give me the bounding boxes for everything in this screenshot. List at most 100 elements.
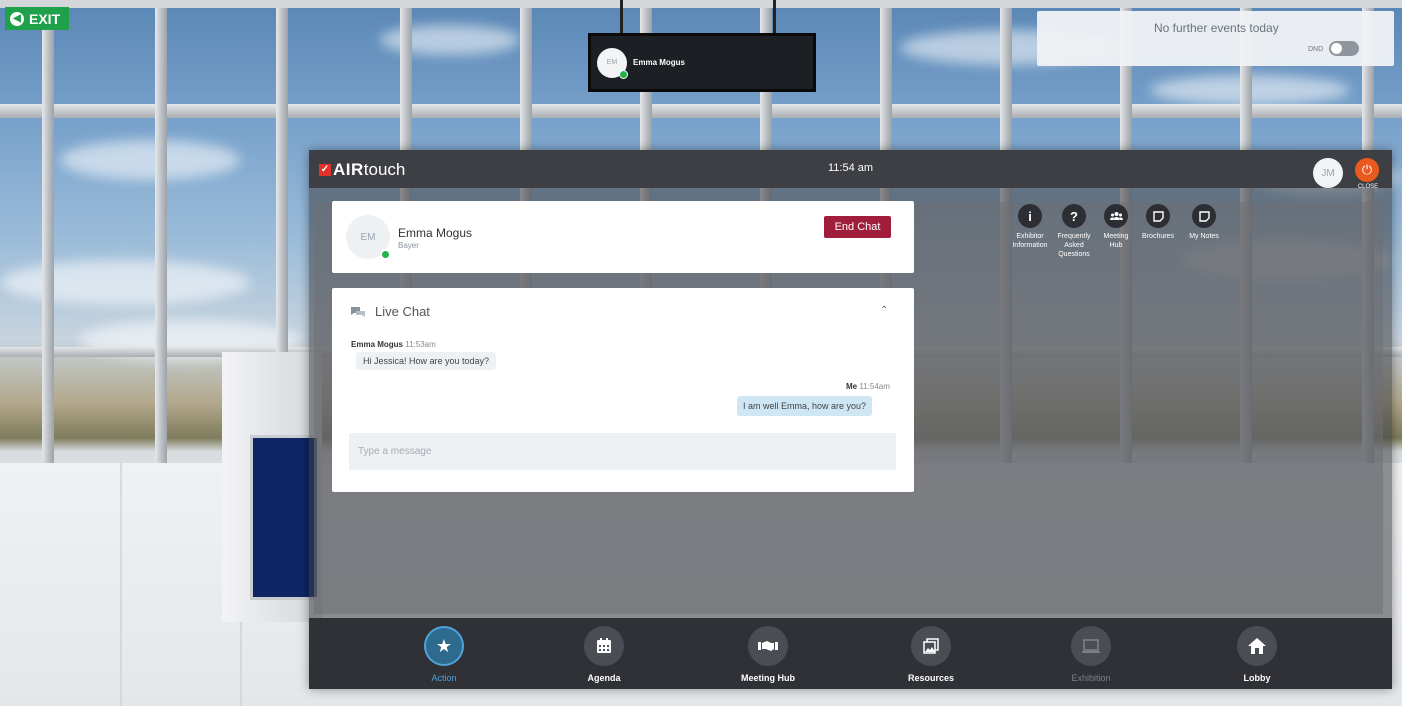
action-label: My Notes	[1178, 232, 1230, 241]
message-time: 11:53am	[405, 340, 436, 349]
back-arrow-icon: ◀	[10, 11, 24, 26]
note-icon	[1192, 204, 1216, 228]
exit-label: EXIT	[29, 10, 61, 27]
exit-button[interactable]: ◀ EXIT	[5, 7, 69, 30]
nav-meeting-hub[interactable]: Meeting Hub	[718, 626, 818, 683]
hanging-sign: EM Emma Mogus	[588, 33, 816, 92]
star-icon: ★	[424, 626, 464, 666]
nav-agenda[interactable]: Agenda	[554, 626, 654, 683]
airtouch-panel: ✓ AIR touch 11:54 am JM ⏻ CLOSE EM Emma …	[309, 150, 1392, 689]
notification-text: No further events today	[1154, 21, 1279, 35]
contact-name: Emma Mogus	[398, 226, 473, 240]
floor-line	[120, 463, 122, 706]
monitor-icon	[1071, 626, 1111, 666]
chevron-up-icon[interactable]: ⌃	[880, 305, 888, 316]
calendar-icon-svg	[597, 638, 611, 653]
user-avatar[interactable]: JM	[1313, 158, 1343, 188]
window-mullion	[42, 8, 54, 463]
window-transom	[0, 104, 1402, 118]
cloud	[0, 260, 250, 305]
handshake-icon-svg	[758, 641, 778, 651]
contact-initials: EM	[360, 231, 376, 243]
message-meta: Emma Mogus 11:53am	[351, 340, 436, 349]
live-chat-panel: Live Chat ⌃ Emma Mogus 11:53am Hi Jessic…	[332, 288, 914, 492]
label-line: Asked	[1064, 242, 1084, 249]
nav-exhibition[interactable]: Exhibition	[1041, 626, 1141, 683]
bottom-navigation: ★ Action Agenda Meeting Hub Resources Ex…	[309, 618, 1392, 689]
action-label: Brochures	[1132, 232, 1184, 241]
window-frame	[0, 0, 1402, 8]
nav-label: Resources	[907, 673, 955, 683]
nav-lobby[interactable]: Lobby	[1207, 626, 1307, 683]
home-icon	[1237, 626, 1277, 666]
nav-label: Lobby	[1243, 673, 1271, 683]
sign-avatar-initials: EM	[606, 59, 618, 66]
group-icon	[1104, 204, 1128, 228]
message-meta: Me 11:54am	[846, 382, 890, 391]
dnd-label: DND	[1308, 46, 1324, 53]
handshake-icon	[748, 626, 788, 666]
note-icon	[1146, 204, 1170, 228]
nav-label: Exhibition	[1071, 673, 1111, 683]
end-chat-button[interactable]: End Chat	[824, 216, 891, 238]
resources-icon	[911, 626, 951, 666]
close-label: CLOSE	[1357, 184, 1379, 190]
brochures-button[interactable]: Brochures	[1132, 204, 1184, 241]
calendar-icon	[584, 626, 624, 666]
nav-label: Meeting Hub	[741, 673, 795, 683]
label-line: Frequently	[1057, 233, 1091, 240]
label-line: My Notes	[1189, 233, 1219, 240]
message-input[interactable]	[349, 433, 896, 470]
incoming-message: Hi Jessica! How are you today?	[356, 352, 497, 370]
message-sender: Me	[846, 382, 858, 391]
chat-bubbles-icon	[351, 306, 365, 317]
note-icon-svg	[1198, 210, 1210, 222]
events-notification: No further events today DND	[1037, 11, 1394, 66]
user-initials: JM	[1321, 167, 1335, 179]
online-status-dot	[619, 69, 628, 79]
app-header: ✓ AIR touch 11:54 am JM ⏻ CLOSE	[309, 150, 1392, 190]
label-line: Brochures	[1142, 233, 1174, 240]
sign-rod	[620, 0, 623, 34]
label-line: Information	[1012, 242, 1048, 249]
logo-text-bold: AIR	[333, 160, 364, 179]
cloud	[60, 140, 240, 180]
contact-card: EM Emma Mogus Bayer End Chat	[332, 201, 914, 273]
sign-avatar: EM	[597, 47, 628, 79]
logo-text-light: touch	[363, 160, 406, 179]
label-line: Meeting	[1103, 233, 1129, 240]
label-line: Hub	[1109, 242, 1123, 249]
sign-name: Emma Mogus	[633, 58, 686, 67]
group-icon-svg	[1109, 212, 1123, 220]
window-mullion	[155, 8, 167, 463]
nav-action[interactable]: ★ Action	[394, 626, 494, 683]
clock: 11:54 am	[828, 162, 874, 174]
outgoing-message: I am well Emma, how are you?	[737, 396, 873, 416]
message-time: 11:54am	[859, 382, 890, 391]
question-icon: ?	[1062, 204, 1086, 228]
sign-rod	[773, 0, 776, 34]
contact-avatar: EM	[346, 215, 391, 260]
airtouch-logo: ✓ AIR touch	[319, 160, 405, 180]
label-line: Questions	[1058, 251, 1090, 258]
chat-title: Live Chat	[375, 304, 430, 319]
chat-header: Live Chat	[350, 304, 430, 319]
label-line: Exhibitor	[1016, 233, 1044, 240]
info-icon: i	[1018, 204, 1042, 228]
dnd-toggle-knob	[1331, 43, 1342, 54]
contact-company: Bayer	[398, 241, 419, 250]
exhibitor-actions: i Exhibitor Information ? Frequently Ask…	[1004, 204, 1244, 274]
nav-label: Agenda	[587, 673, 621, 683]
monitor-icon-svg	[1082, 639, 1100, 653]
message-sender: Emma Mogus	[351, 340, 404, 349]
logo-check-icon: ✓	[319, 164, 331, 176]
nav-resources[interactable]: Resources	[881, 626, 981, 683]
close-button[interactable]: ⏻	[1355, 158, 1379, 182]
my-notes-button[interactable]: My Notes	[1178, 204, 1230, 241]
dnd-toggle[interactable]	[1329, 41, 1359, 56]
home-icon-svg	[1248, 638, 1266, 654]
resources-icon-svg	[923, 638, 939, 654]
note-icon-svg	[1152, 210, 1164, 222]
online-status-dot	[380, 249, 391, 260]
power-icon: ⏻	[1361, 162, 1373, 177]
